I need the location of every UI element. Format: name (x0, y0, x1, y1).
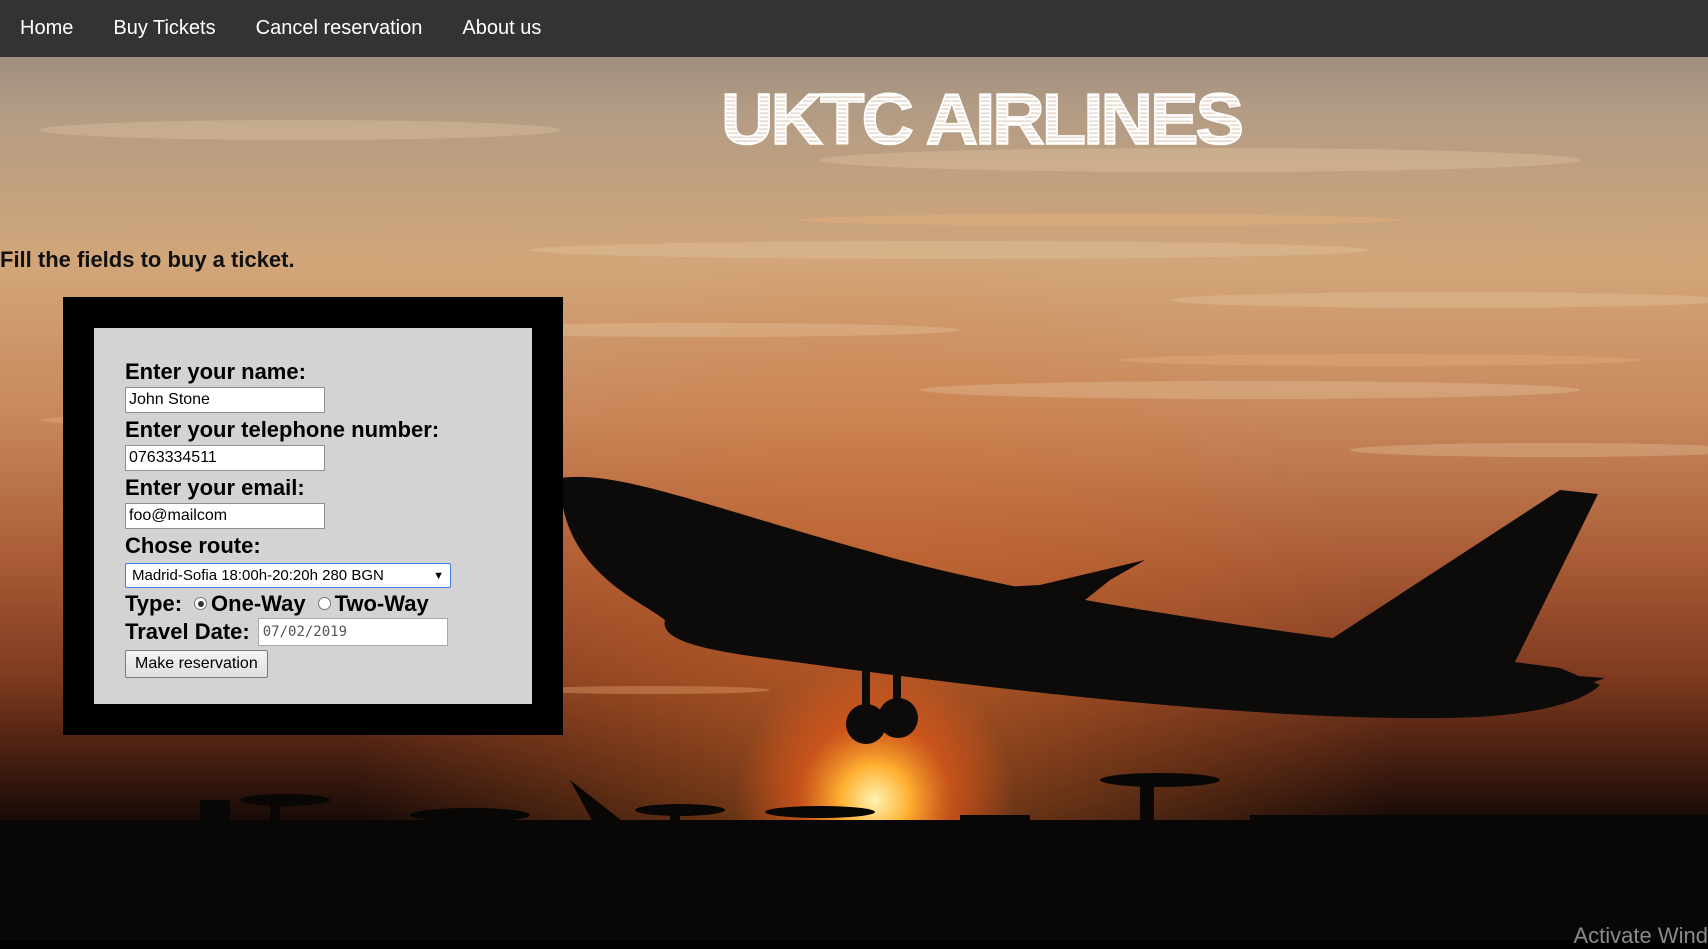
reservation-form-frame: Enter your name: John Stone Enter your t… (63, 297, 563, 735)
email-label: Enter your email: (125, 475, 501, 501)
nav-about-us-link[interactable]: About us (442, 0, 561, 57)
type-label: Type: (125, 591, 182, 617)
form-intro-text: Fill the fields to buy a ticket. (0, 247, 295, 273)
travel-date-input[interactable]: 07/02/2019 (258, 618, 448, 646)
nav-buy-tickets-link[interactable]: Buy Tickets (93, 0, 235, 57)
travel-date-row: Travel Date: 07/02/2019 (125, 617, 501, 647)
telephone-input[interactable]: 0763334511 (125, 445, 325, 471)
nav-cancel-reservation-link[interactable]: Cancel reservation (236, 0, 443, 57)
one-way-radio[interactable] (194, 597, 207, 610)
one-way-label[interactable]: One-Way (211, 591, 306, 617)
name-input[interactable]: John Stone (125, 387, 325, 413)
reservation-form: Enter your name: John Stone Enter your t… (94, 328, 532, 704)
route-label: Chose route: (125, 533, 501, 559)
make-reservation-button[interactable]: Make reservation (125, 650, 268, 678)
trip-type-row: Type: One-Way Two-Way (125, 590, 501, 617)
activate-windows-watermark: Activate Wind (1574, 923, 1708, 949)
nav-home-link[interactable]: Home (0, 0, 93, 57)
two-way-label[interactable]: Two-Way (335, 591, 429, 617)
chevron-down-icon: ▼ (433, 570, 444, 582)
email-input[interactable]: foo@mailcom (125, 503, 325, 529)
route-select[interactable]: Madrid-Sofia 18:00h-20:20h 280 BGN ▼ (125, 563, 451, 588)
telephone-label: Enter your telephone number: (125, 417, 501, 443)
travel-date-label: Travel Date: (125, 619, 250, 645)
route-selected-value: Madrid-Sofia 18:00h-20:20h 280 BGN (132, 567, 384, 584)
top-navbar: Home Buy Tickets Cancel reservation Abou… (0, 0, 1708, 57)
name-label: Enter your name: (125, 359, 501, 385)
two-way-radio[interactable] (318, 597, 331, 610)
